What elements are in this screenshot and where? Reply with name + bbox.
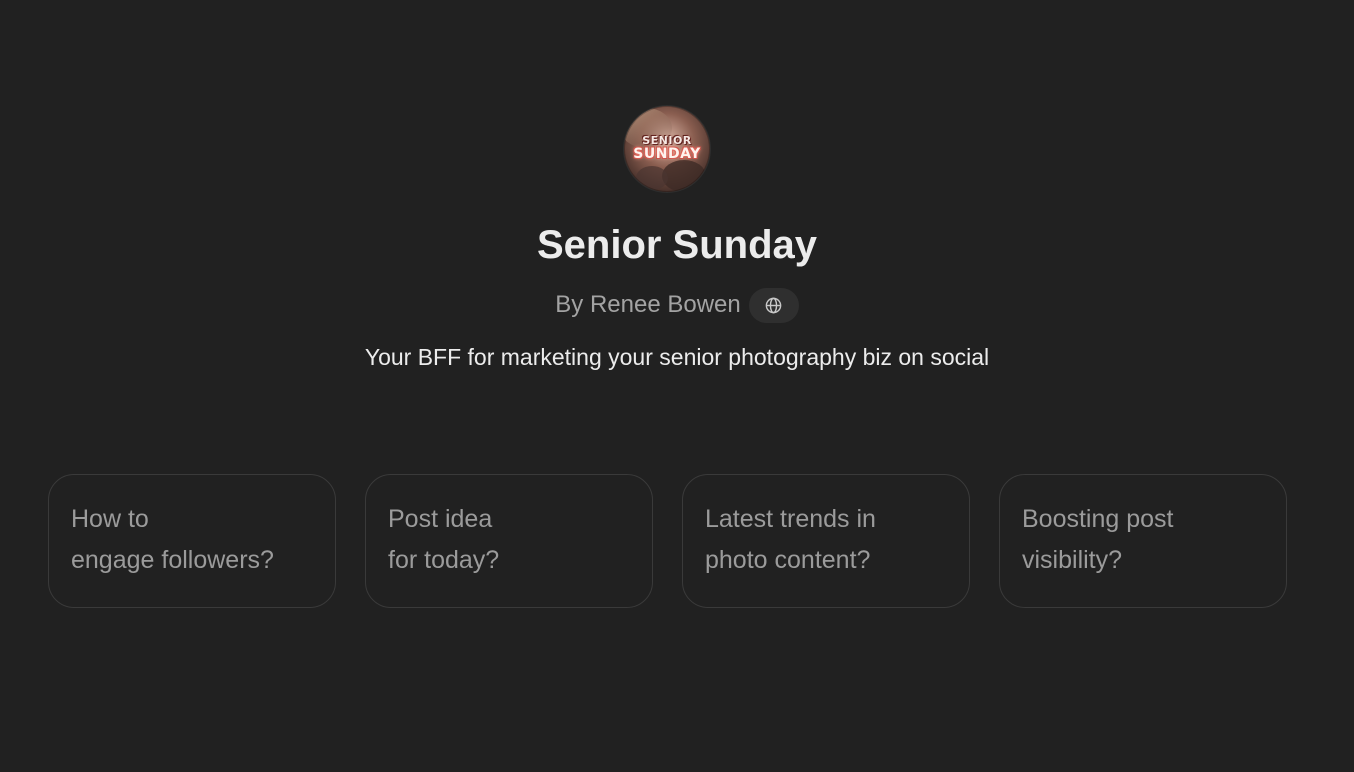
avatar-text-bottom: SUNDAY [633,146,701,162]
gpt-title: Senior Sunday [536,223,818,267]
conversation-starter[interactable]: Boosting post visibility? [999,474,1287,608]
gpt-landing: SENIOR SUNDAY Senior Sunday By Renee Bow… [0,0,1354,772]
avatar-text-top: SENIOR [642,134,692,147]
conversation-starter[interactable]: Post idea for today? [365,474,653,608]
starter-line: photo content? [705,546,871,574]
gpt-avatar: SENIOR SUNDAY [624,106,710,192]
author-byline: By Renee Bowen [0,287,1354,323]
starter-line: Latest trends in [705,505,876,533]
author-name: By Renee Bowen [555,291,741,318]
starter-line: How to [71,505,149,533]
conversation-starter[interactable]: Latest trends in photo content? [682,474,970,608]
starter-line: Boosting post [1022,505,1174,533]
conversation-starters: How to engage followers? Post idea for t… [48,474,1287,608]
starter-line: engage followers? [71,546,274,574]
starter-line: Post idea [388,505,493,533]
starter-line: visibility? [1022,546,1123,574]
globe-icon [765,297,782,313]
gpt-description: Your BFF for marketing your senior photo… [364,344,990,370]
author-website-button[interactable] [748,287,799,323]
conversation-starter[interactable]: How to engage followers? [48,474,336,608]
starter-line: for today? [388,546,500,574]
